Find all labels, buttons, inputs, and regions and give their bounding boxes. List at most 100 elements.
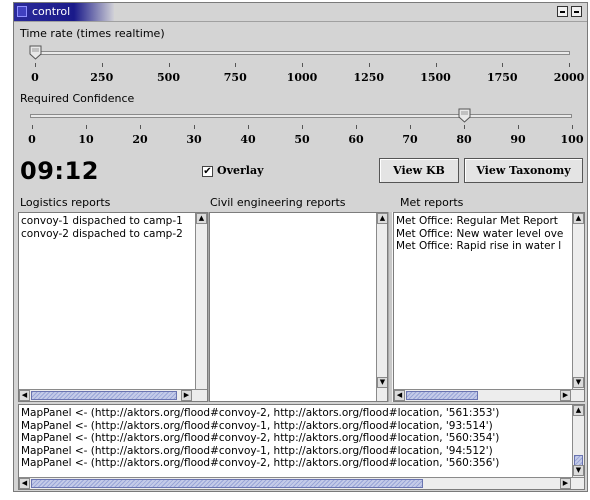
confidence-tick-label: 100: [560, 133, 584, 146]
time-rate-track[interactable]: [30, 51, 570, 55]
confidence-tick: [410, 125, 411, 129]
civil-vertical-scrollbar[interactable]: ▲ ▼: [376, 213, 387, 401]
confidence-tick-label: 10: [78, 133, 94, 146]
scroll-up-icon[interactable]: ▲: [573, 213, 584, 224]
confidence-slider-thumb[interactable]: [458, 108, 471, 123]
time-rate-tick-label: 1000: [286, 71, 318, 84]
logistics-items: convoy-1 dispached to camp-1 convoy-2 dis…: [19, 215, 195, 240]
time-rate-slider-thumb[interactable]: [29, 45, 42, 60]
confidence-tick: [518, 125, 519, 129]
time-rate-tick-label: 1250: [353, 71, 385, 84]
message-log[interactable]: MapPanel <- (http://aktors.org/flood#con…: [18, 404, 585, 490]
scroll-down-icon[interactable]: ▼: [573, 377, 584, 388]
log-line[interactable]: MapPanel <- (http://aktors.org/flood#con…: [19, 432, 572, 445]
confidence-tick-label: 40: [240, 133, 256, 146]
overlay-checkbox[interactable]: ✔: [202, 166, 213, 177]
log-lines: MapPanel <- (http://aktors.org/flood#con…: [19, 407, 572, 470]
confidence-tick-label: 90: [510, 133, 526, 146]
scroll-left-icon[interactable]: ◀: [19, 390, 30, 401]
confidence-tick: [572, 125, 573, 129]
view-kb-button[interactable]: View KB: [379, 158, 459, 183]
met-report-item[interactable]: Met Office: New water level ove: [394, 228, 572, 241]
log-line[interactable]: MapPanel <- (http://aktors.org/flood#con…: [19, 407, 572, 420]
window-icon[interactable]: [17, 6, 27, 17]
scroll-up-icon[interactable]: ▲: [573, 405, 584, 416]
log-line[interactable]: MapPanel <- (http://aktors.org/flood#con…: [19, 445, 572, 458]
time-rate-tick-label: 2000: [553, 71, 585, 84]
scroll-up-icon[interactable]: ▲: [196, 213, 207, 224]
confidence-tick-label: 60: [348, 133, 364, 146]
window-title: control: [32, 5, 71, 18]
time-rate-label: Time rate (times realtime): [20, 27, 165, 40]
control-window: control Time rate (times realtime) 0 250 5…: [13, 2, 588, 492]
overlay-label[interactable]: Overlay: [217, 164, 263, 177]
confidence-label: Required Confidence: [20, 92, 135, 105]
title-bar[interactable]: control: [14, 3, 587, 22]
log-line[interactable]: MapPanel <- (http://aktors.org/flood#con…: [19, 420, 572, 433]
confidence-tick-label: 0: [28, 133, 36, 146]
maximize-button[interactable]: [571, 6, 582, 17]
confidence-tick-label: 70: [402, 133, 418, 146]
confidence-tick: [140, 125, 141, 129]
logistics-vertical-scrollbar[interactable]: ▲: [195, 213, 207, 389]
confidence-tick: [86, 125, 87, 129]
log-line[interactable]: MapPanel <- (http://aktors.org/flood#con…: [19, 457, 572, 470]
scroll-left-icon[interactable]: ◀: [394, 390, 405, 401]
time-rate-tick: [168, 63, 170, 67]
met-horizontal-scrollbar[interactable]: ◀ ▶: [394, 389, 584, 401]
time-rate-tick: [35, 63, 36, 67]
met-hscroll-thumb[interactable]: [406, 391, 478, 400]
confidence-tick-label: 50: [294, 133, 310, 146]
time-rate-tick-label: 500: [157, 71, 180, 84]
confidence-track[interactable]: [30, 114, 572, 118]
confidence-tick-label: 30: [186, 133, 202, 146]
confidence-tick: [194, 125, 195, 129]
logistics-horizontal-scrollbar[interactable]: ◀ ▶: [19, 389, 207, 401]
met-reports-list[interactable]: Met Office: Regular Met Report Met Office…: [393, 212, 585, 402]
logistics-report-item[interactable]: convoy-1 dispached to camp-1: [19, 215, 195, 228]
civil-engineering-reports-list[interactable]: ▲ ▼: [209, 212, 388, 402]
scroll-right-icon[interactable]: ▶: [181, 390, 192, 401]
logistics-reports-label: Logistics reports: [20, 196, 111, 209]
civil-engineering-reports-label: Civil engineering reports: [210, 196, 346, 209]
logistics-report-item[interactable]: convoy-2 dispached to camp-2: [19, 228, 195, 241]
confidence-tick: [248, 125, 249, 129]
met-reports-label: Met reports: [400, 196, 464, 209]
scroll-down-icon[interactable]: ▼: [573, 465, 584, 476]
logistics-reports-list[interactable]: convoy-1 dispached to camp-1 convoy-2 dis…: [18, 212, 208, 402]
confidence-tick: [302, 125, 303, 129]
view-taxonomy-button[interactable]: View Taxonomy: [464, 158, 583, 183]
scroll-down-icon[interactable]: ▼: [377, 377, 387, 388]
met-vertical-scrollbar[interactable]: ▲ ▼: [572, 213, 584, 389]
log-vertical-scrollbar[interactable]: ▲ ▼: [572, 405, 584, 477]
met-report-item[interactable]: Met Office: Regular Met Report: [394, 215, 572, 228]
scroll-right-icon[interactable]: ▶: [560, 478, 571, 489]
scroll-left-icon[interactable]: ◀: [19, 478, 30, 489]
time-rate-tick: [368, 63, 370, 67]
time-rate-tick: [569, 63, 570, 67]
confidence-tick: [356, 125, 357, 129]
logistics-hscroll-thumb[interactable]: [31, 391, 177, 400]
time-rate-tick-label: 1750: [486, 71, 518, 84]
time-rate-tick-label: 0: [31, 71, 39, 84]
time-rate-tick: [101, 63, 103, 67]
log-hscroll-thumb[interactable]: [31, 479, 423, 488]
scroll-right-icon[interactable]: ▶: [560, 390, 571, 401]
scroll-up-icon[interactable]: ▲: [377, 213, 387, 224]
met-items: Met Office: Regular Met Report Met Office…: [394, 215, 572, 253]
log-horizontal-scrollbar[interactable]: ◀ ▶: [19, 477, 584, 489]
confidence-tick: [464, 125, 465, 129]
confidence-tick-label: 80: [456, 133, 472, 146]
confidence-tick: [32, 125, 33, 129]
time-rate-tick: [302, 63, 303, 67]
met-report-item[interactable]: Met Office: Rapid rise in water l: [394, 240, 572, 253]
time-rate-tick-label: 250: [90, 71, 114, 84]
time-rate-tick-label: 1500: [420, 71, 451, 84]
minimize-button[interactable]: [557, 6, 568, 17]
clock-display: 09:12: [20, 157, 99, 185]
time-rate-tick: [435, 63, 437, 67]
time-rate-tick: [502, 63, 504, 67]
confidence-tick-label: 20: [132, 133, 148, 146]
time-rate-tick: [235, 63, 237, 67]
time-rate-tick-label: 750: [223, 71, 247, 84]
